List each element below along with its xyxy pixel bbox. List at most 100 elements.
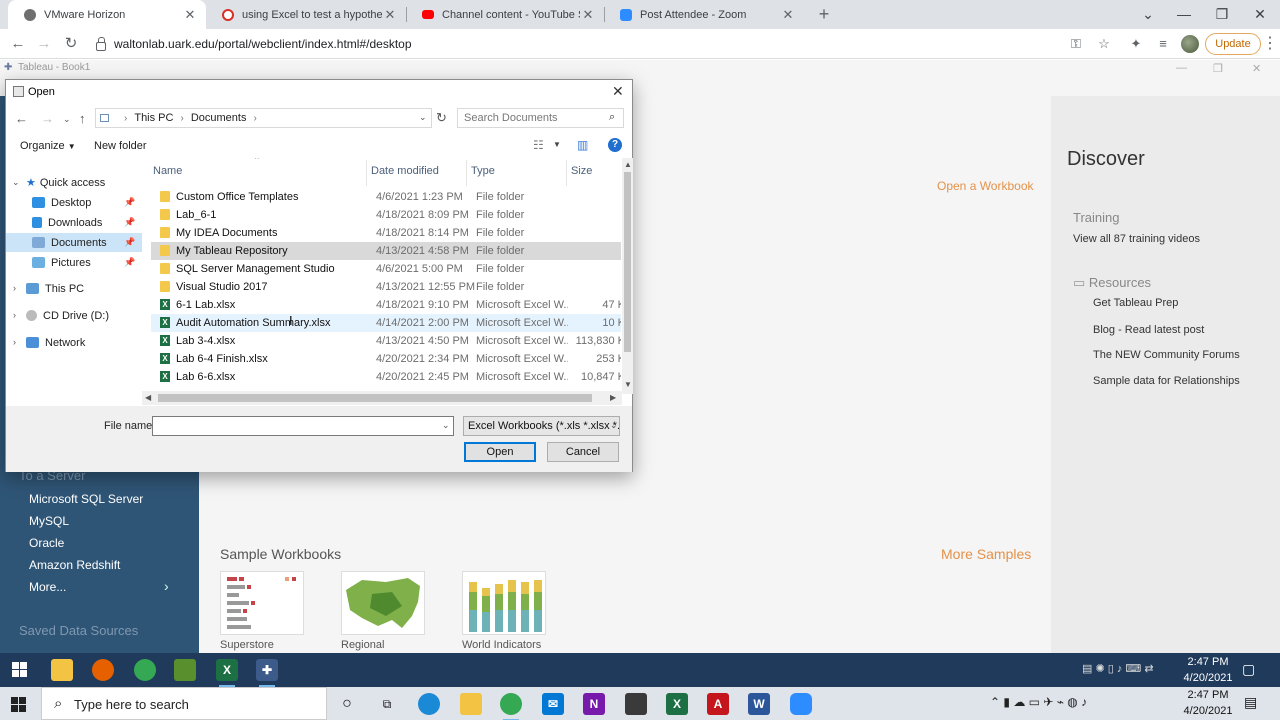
- view-dropdown-icon[interactable]: ▼: [553, 140, 561, 149]
- column-divider[interactable]: [466, 160, 467, 186]
- close-tab-icon[interactable]: ✕: [780, 7, 796, 23]
- file-row[interactable]: Custom Office Templates 4/6/2021 1:23 PM…: [151, 188, 621, 206]
- cortana-icon[interactable]: ○: [336, 693, 358, 715]
- notepad-icon[interactable]: [174, 659, 196, 681]
- file-explorer-icon[interactable]: [460, 693, 482, 715]
- tab-search-icon[interactable]: ⌄: [1128, 2, 1168, 26]
- more-menu-icon[interactable]: ⋮: [1262, 33, 1278, 53]
- close-tab-icon[interactable]: ✕: [580, 7, 596, 23]
- resource-link[interactable]: Blog - Read latest post: [1093, 324, 1204, 336]
- preview-pane-icon[interactable]: ▥: [577, 138, 588, 152]
- expand-chevron-icon[interactable]: ›: [13, 283, 16, 293]
- superstore-thumbnail[interactable]: [220, 571, 304, 635]
- file-row[interactable]: X Lab 3-4.xlsx 4/13/2021 4:50 PM Microso…: [151, 332, 621, 350]
- firefox-icon[interactable]: [92, 659, 114, 681]
- filter-dropdown-icon[interactable]: ⌄: [610, 420, 618, 431]
- change-view-icon[interactable]: ☷: [533, 138, 544, 152]
- file-type-filter-select[interactable]: Excel Workbooks (*.xls *.xlsx *.xl: [463, 416, 620, 436]
- bookmark-star-icon[interactable]: ☆: [1096, 36, 1112, 52]
- browser-tab-zoom[interactable]: Post Attendee - Zoom ✕: [604, 0, 804, 29]
- resource-link[interactable]: Sample data for Relationships: [1093, 375, 1240, 387]
- extensions-icon[interactable]: ✦: [1128, 36, 1144, 52]
- resource-link[interactable]: The NEW Community Forums: [1093, 349, 1240, 361]
- action-center-icon[interactable]: ▤: [1244, 694, 1257, 711]
- open-button[interactable]: Open: [464, 442, 536, 462]
- new-tab-button[interactable]: +: [814, 4, 834, 25]
- new-folder-button[interactable]: New folder: [94, 140, 147, 152]
- breadcrumb-documents[interactable]: Documents: [191, 112, 247, 124]
- connector-sql-server[interactable]: Microsoft SQL Server: [29, 492, 143, 506]
- connector-redshift[interactable]: Amazon Redshift: [29, 558, 120, 572]
- column-type[interactable]: Type: [471, 165, 495, 177]
- file-row-hovered[interactable]: X Audit Automation Summary.xlsx 4/14/202…: [151, 314, 621, 332]
- update-button[interactable]: Update: [1205, 33, 1261, 55]
- zoom-icon[interactable]: [790, 693, 812, 715]
- excel-icon[interactable]: X: [216, 659, 238, 687]
- minimize-icon[interactable]: —: [1164, 2, 1204, 26]
- connector-more[interactable]: More...: [29, 580, 66, 594]
- breadcrumb-this-pc[interactable]: This PC: [134, 112, 173, 124]
- nav-documents[interactable]: Documents: [6, 233, 142, 252]
- forward-icon[interactable]: →: [41, 111, 54, 126]
- address-dropdown-icon[interactable]: ⌄: [419, 112, 427, 123]
- acrobat-icon[interactable]: A: [707, 693, 729, 715]
- connector-oracle[interactable]: Oracle: [29, 536, 64, 550]
- resource-link[interactable]: Get Tableau Prep: [1093, 297, 1178, 309]
- expand-chevron-icon[interactable]: ›: [13, 310, 16, 320]
- recent-locations-icon[interactable]: ⌄: [63, 114, 71, 125]
- dialog-close-icon[interactable]: ✕: [612, 83, 624, 100]
- mail-icon[interactable]: ✉: [542, 693, 564, 715]
- onenote-icon[interactable]: N: [583, 693, 605, 715]
- sticky-app-icon[interactable]: [625, 693, 647, 715]
- excel-icon[interactable]: X: [666, 693, 688, 715]
- organize-menu-button[interactable]: Organize ▼: [20, 140, 76, 152]
- close-tab-icon[interactable]: ✕: [182, 7, 198, 23]
- remote-clock-date[interactable]: 4/20/2021: [1178, 672, 1238, 684]
- windows-start-icon[interactable]: [12, 662, 28, 678]
- column-date-modified[interactable]: Date modified: [371, 165, 439, 177]
- file-name-input[interactable]: [152, 416, 454, 436]
- search-documents-input[interactable]: Search Documents: [457, 108, 624, 128]
- close-window-icon[interactable]: ✕: [1240, 2, 1280, 26]
- address-bar[interactable]: waltonlab.uark.edu/portal/webclient/inde…: [90, 32, 1120, 56]
- browser-tab-vmware[interactable]: VMware Horizon ✕: [8, 0, 206, 29]
- tableau-minimize-icon[interactable]: —: [1176, 62, 1187, 74]
- browser-tab-excel-hypothesis[interactable]: using Excel to test a hypothesis w ✕: [206, 0, 406, 29]
- browser-tab-youtube-studio[interactable]: Channel content - YouTube Studi ✕: [406, 0, 604, 29]
- maximize-icon[interactable]: ❐: [1202, 2, 1242, 26]
- regional-thumbnail[interactable]: [341, 571, 425, 635]
- chrome-icon[interactable]: [500, 693, 522, 720]
- reading-list-icon[interactable]: ≡: [1155, 36, 1171, 52]
- horizontal-scroll-thumb[interactable]: [158, 394, 592, 402]
- taskbar-search-box[interactable]: ⌕ Type here to search: [41, 687, 327, 720]
- horizontal-scrollbar[interactable]: ◀ ▶: [142, 391, 622, 405]
- chevron-right-icon[interactable]: ›: [164, 578, 169, 594]
- open-workbook-link[interactable]: Open a Workbook: [937, 179, 1034, 193]
- cancel-button[interactable]: Cancel: [547, 442, 619, 462]
- tableau-maximize-icon[interactable]: ❐: [1213, 62, 1223, 75]
- nav-cd-drive[interactable]: CD Drive (D:): [26, 306, 144, 325]
- reload-icon[interactable]: ↻: [60, 33, 82, 55]
- file-row-selected[interactable]: My Tableau Repository 4/13/2021 4:58 PM …: [151, 242, 621, 260]
- task-view-icon[interactable]: ⧉: [376, 693, 398, 715]
- file-row[interactable]: X 6-1 Lab.xlsx 4/18/2021 9:10 PM Microso…: [151, 296, 621, 314]
- notifications-icon[interactable]: ▢: [1242, 661, 1255, 678]
- scroll-up-icon[interactable]: ▲: [624, 160, 632, 169]
- forward-arrow-icon[interactable]: →: [33, 33, 55, 55]
- column-divider[interactable]: [366, 160, 367, 186]
- key-icon[interactable]: ⚿: [1068, 36, 1084, 52]
- column-divider[interactable]: [566, 160, 567, 186]
- file-row[interactable]: X Lab 6-6.xlsx 4/20/2021 2:45 PM Microso…: [151, 368, 621, 386]
- back-arrow-icon[interactable]: ←: [7, 33, 29, 55]
- profile-avatar[interactable]: [1181, 35, 1199, 53]
- help-icon[interactable]: ?: [608, 138, 622, 152]
- up-folder-icon[interactable]: ↑: [79, 111, 86, 126]
- search-icon[interactable]: ⌕: [609, 111, 615, 124]
- file-explorer-icon[interactable]: [51, 659, 73, 681]
- host-clock-date[interactable]: 4/20/2021: [1178, 705, 1238, 717]
- vertical-scrollbar[interactable]: ▲ ▼: [622, 158, 633, 394]
- tableau-taskbar-icon[interactable]: ✚: [256, 659, 278, 687]
- column-size[interactable]: Size: [571, 165, 592, 177]
- edge-icon[interactable]: [418, 693, 440, 715]
- chrome-icon[interactable]: [134, 659, 156, 681]
